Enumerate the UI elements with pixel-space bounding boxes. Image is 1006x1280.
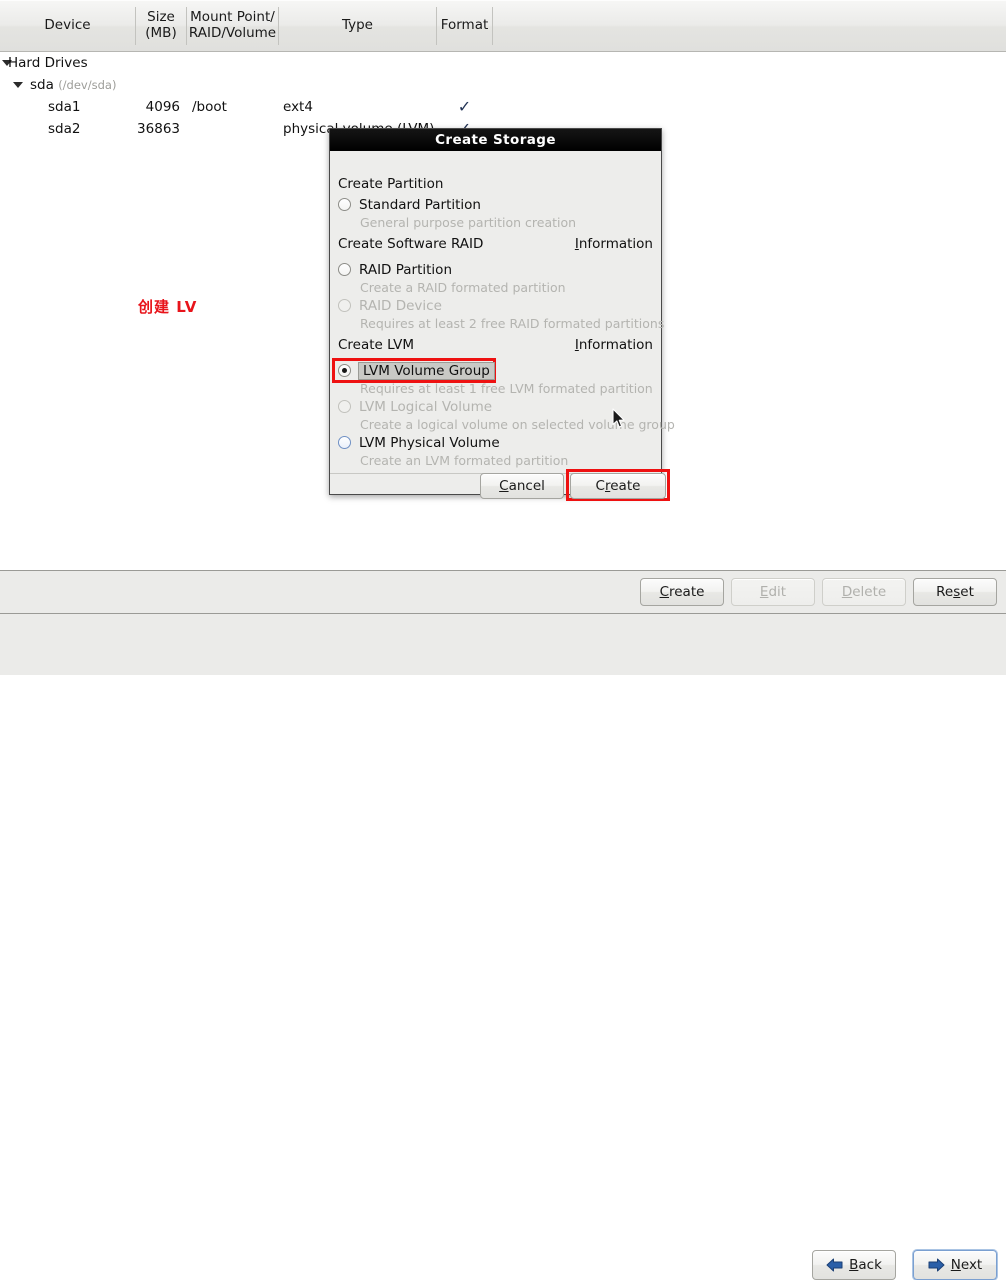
edit-button-label: Edit xyxy=(759,584,787,600)
radio-button-lvm-volume-group[interactable] xyxy=(338,364,351,377)
information-link-create-lvm[interactable]: Information xyxy=(575,337,653,353)
radio-label-lvm-volume-group: LVM Volume Group xyxy=(358,361,495,380)
arrow-left-icon xyxy=(826,1258,843,1272)
storage-action-bar: Create Edit Delete Reset xyxy=(0,571,1006,614)
dialog-create-button-label: Create xyxy=(595,478,641,494)
cell-size: 36863 xyxy=(137,121,180,137)
radio-row-lvm-physical-volume[interactable]: LVM Physical Volume xyxy=(338,433,500,452)
device-name: Hard Drives xyxy=(8,55,88,71)
dialog-cancel-button-label: Cancel xyxy=(499,478,545,494)
radio-label-raid-device: RAID Device xyxy=(359,297,442,314)
column-divider[interactable] xyxy=(186,7,187,45)
group-title-create-lvm: Create LVM xyxy=(338,337,415,353)
radio-label-lvm-physical-volume: LVM Physical Volume xyxy=(359,434,500,451)
radio-row-lvm-logical-volume: LVM Logical Volume xyxy=(338,397,492,416)
create-storage-dialog: Create Storage Create Partition Standard … xyxy=(329,128,675,501)
cell-format-checkmark: ✓ xyxy=(457,97,472,116)
hint-lvm-volume-group: Requires at least 1 free LVM formated pa… xyxy=(360,381,653,396)
annotation-create-lv: 创建 LV xyxy=(138,298,198,316)
cell-device: sda (/dev/sda) xyxy=(30,74,116,96)
column-header-device[interactable]: Device xyxy=(0,1,135,51)
radio-label-raid-partition: RAID Partition xyxy=(359,261,452,278)
radio-label-lvm-logical-volume: LVM Logical Volume xyxy=(359,398,493,415)
information-link-create-software-raid[interactable]: Information xyxy=(575,236,653,252)
radio-button-standard-partition[interactable] xyxy=(338,198,351,211)
back-button[interactable]: Back xyxy=(812,1250,896,1280)
device-name: sda1 xyxy=(48,99,81,115)
table-row[interactable]: sda1 4096/boot ext4 ✓ xyxy=(0,96,1006,118)
wizard-nav-bar: Back Next xyxy=(0,614,1006,1280)
column-divider[interactable] xyxy=(135,7,136,45)
column-divider[interactable] xyxy=(278,7,279,45)
radio-row-raid-partition[interactable]: RAID Partition xyxy=(338,260,452,279)
reset-button[interactable]: Reset xyxy=(913,578,997,606)
hint-standard-partition: General purpose partition creation xyxy=(360,215,577,230)
device-table-header: Device Size (MB) Mount Point/RAID/Volume Typ… xyxy=(0,0,1006,52)
dialog-title: Create Storage xyxy=(330,129,661,151)
cell-device: sda2 xyxy=(48,118,80,140)
table-row[interactable]: sda (/dev/sda) xyxy=(0,74,1006,96)
dialog-create-button[interactable]: Create xyxy=(570,473,666,499)
table-row[interactable]: Hard Drives xyxy=(0,52,1006,74)
create-button[interactable]: Create xyxy=(640,578,724,606)
dialog-body: Create Partition Standard Partition Genera… xyxy=(330,151,675,501)
hint-lvm-logical-volume: Create a logical volume on selected volu… xyxy=(360,417,675,432)
hint-lvm-physical-volume: Create an LVM formated partition xyxy=(360,453,569,468)
expander-triangle-icon[interactable] xyxy=(13,82,23,88)
cell-type: ext4 xyxy=(283,99,313,115)
hint-raid-device: Requires at least 2 free RAID formated p… xyxy=(360,316,665,331)
hint-raid-partition: Create a RAID formated partition xyxy=(360,280,566,295)
radio-row-raid-device: RAID Device xyxy=(338,296,442,315)
delete-button: Delete xyxy=(822,578,906,606)
radio-label-standard-partition: Standard Partition xyxy=(359,196,481,213)
next-button[interactable]: Next xyxy=(913,1250,997,1280)
radio-button-lvm-logical-volume xyxy=(338,400,351,413)
radio-button-raid-device xyxy=(338,299,351,312)
edit-button: Edit xyxy=(731,578,815,606)
create-button-label: Create xyxy=(659,584,705,600)
arrow-right-icon xyxy=(928,1258,945,1272)
back-button-label: Back xyxy=(849,1257,882,1273)
column-header-size[interactable]: Size (MB) xyxy=(136,1,186,51)
column-divider[interactable] xyxy=(436,7,437,45)
radio-button-raid-partition[interactable] xyxy=(338,263,351,276)
delete-button-label: Delete xyxy=(841,584,887,600)
cell-device: sda1 xyxy=(48,96,80,118)
device-name: sda xyxy=(30,77,54,93)
group-title-create-partition: Create Partition xyxy=(338,176,444,192)
device-name: sda2 xyxy=(48,121,81,137)
device-path: (/dev/sda) xyxy=(58,78,117,92)
reset-button-label: Reset xyxy=(936,584,974,600)
radio-row-lvm-volume-group[interactable]: LVM Volume Group xyxy=(338,361,495,380)
column-header-mount-point[interactable]: Mount Point/RAID/Volume xyxy=(187,1,278,51)
next-button-label: Next xyxy=(950,1257,983,1273)
dialog-cancel-button[interactable]: Cancel xyxy=(480,473,564,499)
cell-device: Hard Drives xyxy=(8,52,88,74)
radio-button-lvm-physical-volume[interactable] xyxy=(338,436,351,449)
cell-mount-point: /boot xyxy=(192,99,227,115)
column-divider[interactable] xyxy=(492,7,493,45)
cell-size: 4096 xyxy=(145,99,180,115)
column-header-format[interactable]: Format xyxy=(437,1,492,51)
radio-row-standard-partition[interactable]: Standard Partition xyxy=(338,195,481,214)
column-header-type[interactable]: Type xyxy=(279,1,436,51)
group-title-create-software-raid: Create Software RAID xyxy=(338,236,484,252)
